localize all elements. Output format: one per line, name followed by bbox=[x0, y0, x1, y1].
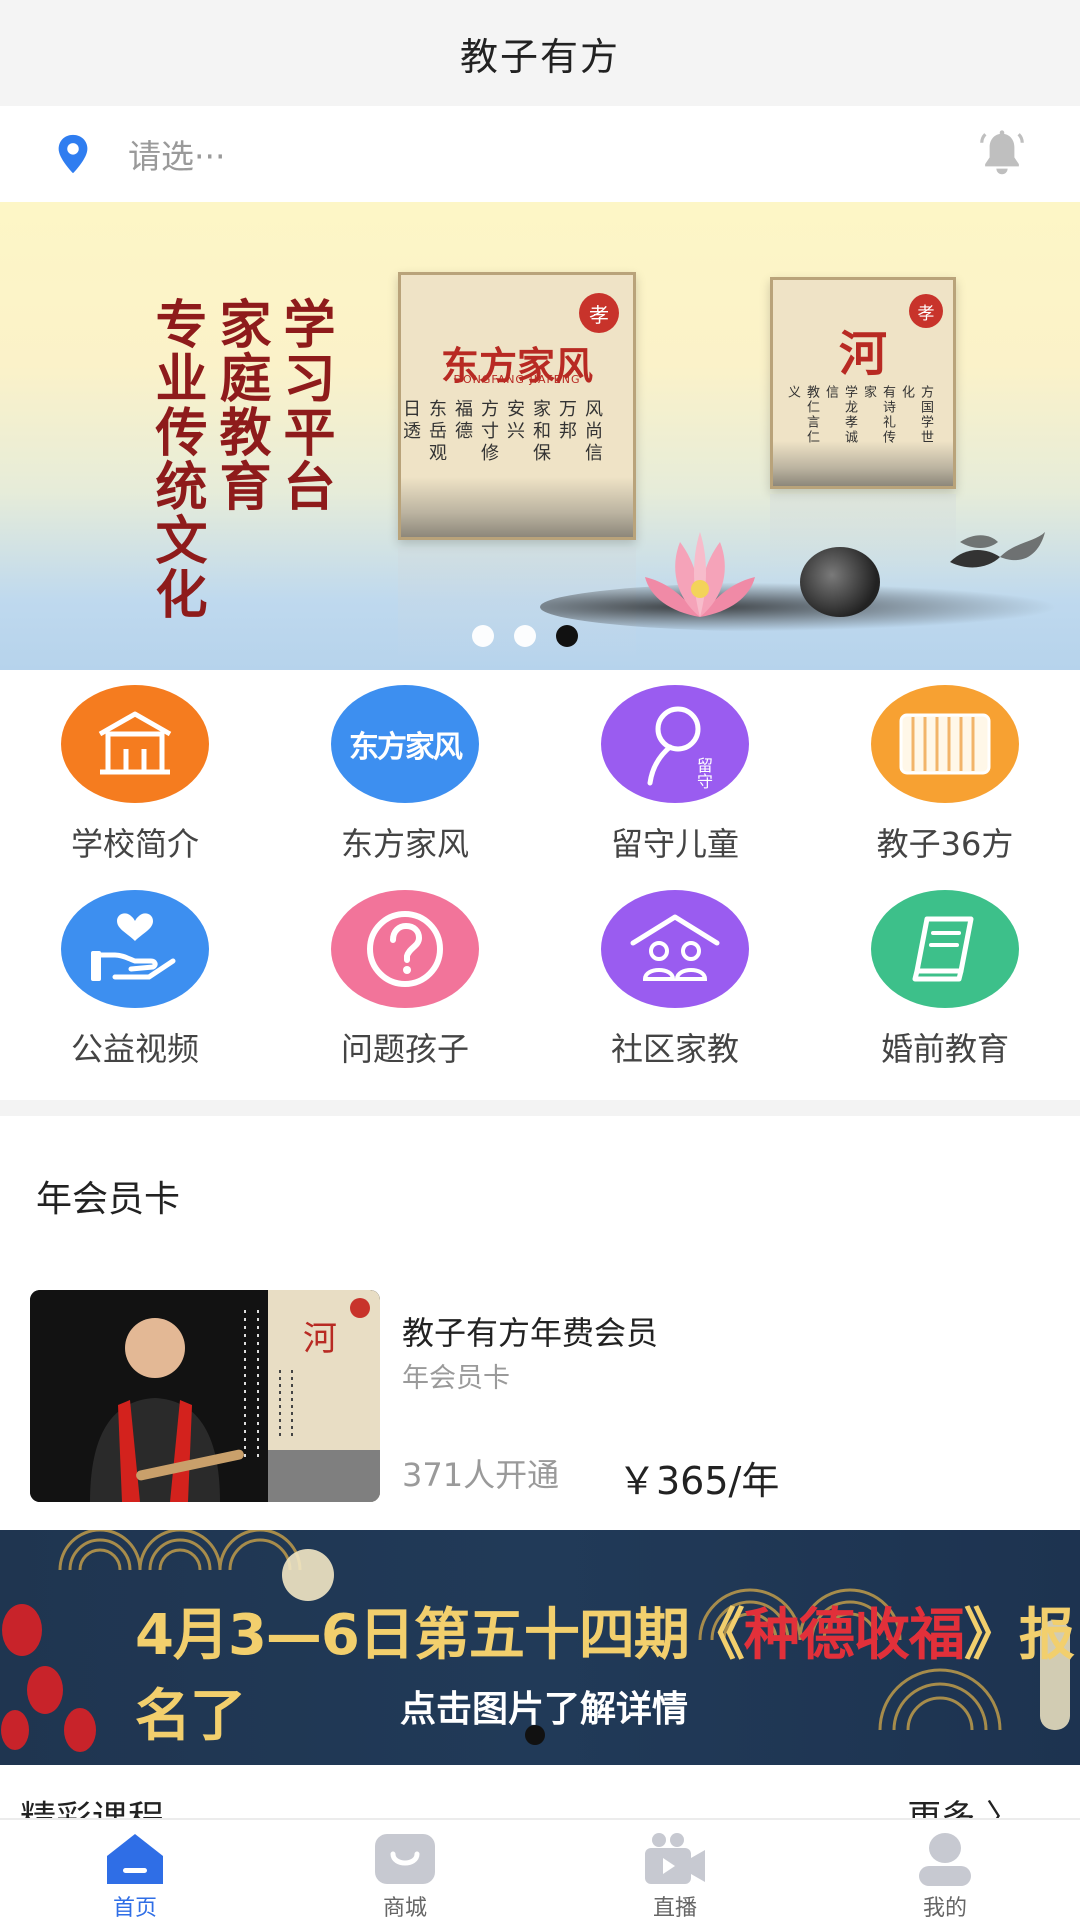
bell-icon[interactable] bbox=[974, 126, 1030, 182]
product-name: 教子有方年费会员 bbox=[402, 1314, 659, 1352]
section-title-courses: 精彩课程 bbox=[20, 1790, 164, 1818]
city-select-input[interactable]: 请选··· bbox=[128, 130, 974, 178]
charity-hand-icon bbox=[61, 890, 209, 1008]
membership-product-card[interactable]: 河 教子有方年费会员 年会员卡 371人开通 ￥365/年 bbox=[30, 1290, 1050, 1505]
left-behind-child-icon: 留守 bbox=[601, 685, 749, 803]
event-headline-highlight: 种德收福 bbox=[743, 1603, 965, 1668]
tab-home[interactable]: 首页 bbox=[0, 1820, 270, 1920]
grid-label: 教子36方 bbox=[876, 825, 1014, 863]
grid-label: 婚前教育 bbox=[880, 1030, 1009, 1068]
grid-label: 东方家风 bbox=[340, 825, 469, 863]
question-icon bbox=[331, 890, 479, 1008]
mountain-painting bbox=[401, 477, 633, 537]
tab-label: 我的 bbox=[922, 1896, 967, 1920]
tab-label: 首页 bbox=[112, 1896, 157, 1920]
event-carousel-dot[interactable] bbox=[525, 1725, 545, 1745]
grid-item-dongfang-jiafeng[interactable]: 东方家风 东方家风 bbox=[270, 685, 540, 890]
product-thumbnail: 河 bbox=[30, 1290, 380, 1502]
slogan-line-1: 学习平台 bbox=[274, 297, 334, 513]
logo-text: 东方家风 bbox=[349, 730, 463, 765]
page-title: 教子有方 bbox=[459, 34, 620, 79]
home-icon bbox=[100, 1830, 170, 1888]
poem-line: 方国学世化 bbox=[899, 385, 933, 445]
location-bar: 请选··· bbox=[0, 106, 1080, 202]
grid-label: 学校简介 bbox=[70, 825, 199, 863]
carousel-indicator bbox=[472, 625, 578, 647]
location-pin-icon[interactable] bbox=[50, 131, 96, 177]
grid-item-problem-child[interactable]: 问题孩子 bbox=[270, 890, 540, 1095]
profile-icon bbox=[910, 1830, 980, 1888]
live-camera-icon bbox=[640, 1830, 710, 1888]
small-label: 留守 bbox=[694, 757, 713, 789]
event-headline-part: 4月3—6日第五十四期《 bbox=[135, 1603, 745, 1668]
lotus-icon bbox=[645, 532, 755, 617]
card2-title: 河 bbox=[838, 326, 887, 382]
grid-item-charity-video[interactable]: 公益视频 bbox=[0, 890, 270, 1095]
goldfish-icon bbox=[950, 532, 1045, 568]
tab-live[interactable]: 直播 bbox=[540, 1820, 810, 1920]
hero-scroll-card-2: 孝 河 方国学世化 有诗礼传家 学龙孝诚信 教仁言仁义 bbox=[770, 277, 956, 489]
tab-shop[interactable]: 商城 bbox=[270, 1820, 540, 1920]
carousel-dot-active[interactable] bbox=[556, 625, 578, 647]
slogan-line-2: 家庭教育 bbox=[210, 297, 270, 513]
tab-label: 商城 bbox=[382, 1896, 427, 1920]
community-icon bbox=[601, 890, 749, 1008]
poem-line: 东岳观日透 bbox=[400, 399, 447, 465]
svg-text:河: 河 bbox=[303, 1319, 337, 1359]
poem-line: 学龙孝诚信 bbox=[823, 385, 857, 445]
more-link-label: 更多 bbox=[907, 1798, 976, 1818]
poem-line: 教仁言仁义 bbox=[785, 385, 819, 445]
app-root: 教子有方 请选··· 学习平台 家庭教育 专业传统文化 孝 东方家风 DONGF… bbox=[0, 0, 1080, 1920]
grid-item-left-behind-children[interactable]: 留守 留守儿童 bbox=[540, 685, 810, 890]
grid-label: 留守儿童 bbox=[610, 825, 739, 863]
grid-label: 公益视频 bbox=[70, 1030, 199, 1068]
grid-item-school-intro[interactable]: 学校简介 bbox=[0, 685, 270, 890]
dongfang-logo-icon: 东方家风 bbox=[331, 685, 479, 803]
bamboo-scroll-icon bbox=[871, 685, 1019, 803]
ink-stone-decoration bbox=[800, 547, 880, 617]
filial-badge: 孝 bbox=[579, 293, 619, 333]
hero-slogan: 学习平台 家庭教育 专业传统文化 bbox=[146, 297, 334, 621]
card1-poem: 风尚信万邦 家和保安兴 方寸修福德 东岳观日透 bbox=[400, 399, 605, 477]
chevron-right-icon: 〉 bbox=[986, 1798, 1020, 1818]
grid-label: 社区家教 bbox=[610, 1030, 739, 1068]
grid-item-36-methods[interactable]: 教子36方 bbox=[810, 685, 1080, 890]
hero-banner[interactable]: 学习平台 家庭教育 专业传统文化 孝 东方家风 DONGFANG JIAFENG… bbox=[0, 202, 1080, 670]
card1-subtitle: DONGFANG JIAFENG bbox=[453, 373, 581, 386]
tab-label: 直播 bbox=[652, 1896, 697, 1920]
more-link[interactable]: 更多 〉 bbox=[907, 1790, 1020, 1818]
bottom-tab-bar: 首页 商城 直播 我的 bbox=[0, 1818, 1080, 1920]
feature-grid: 学校简介 东方家风 东方家风 留守 留守儿童 教子36方 公益视频 问题孩子 社… bbox=[0, 670, 1080, 1100]
grid-item-community-education[interactable]: 社区家教 bbox=[540, 890, 810, 1095]
slogan-line-3: 专业传统文化 bbox=[146, 297, 206, 621]
product-tag: 年会员卡 bbox=[402, 1363, 510, 1394]
poem-line: 风尚信万邦 bbox=[556, 399, 603, 465]
grid-item-premarital-education[interactable]: 婚前教育 bbox=[810, 890, 1080, 1095]
title-bar: 教子有方 bbox=[0, 0, 1080, 106]
card2-poem: 方国学世化 有诗礼传家 学龙孝诚信 教仁言仁义 bbox=[785, 385, 935, 446]
mountain-painting bbox=[773, 441, 953, 486]
poem-line: 有诗礼传家 bbox=[861, 385, 895, 445]
poem-line: 家和保安兴 bbox=[504, 399, 551, 465]
tab-profile[interactable]: 我的 bbox=[810, 1820, 1080, 1920]
hero-scroll-card-1: 孝 东方家风 DONGFANG JIAFENG 风尚信万邦 家和保安兴 方寸修福… bbox=[398, 272, 636, 540]
book-icon bbox=[871, 890, 1019, 1008]
shop-icon bbox=[370, 1830, 440, 1888]
section-divider bbox=[0, 1100, 1080, 1116]
poem-line: 方寸修福德 bbox=[452, 399, 499, 465]
event-subtitle: 点击图片了解详情 bbox=[400, 1689, 689, 1730]
product-price: ￥365/年 bbox=[618, 1459, 780, 1503]
carousel-dot[interactable] bbox=[514, 625, 536, 647]
school-icon bbox=[61, 685, 209, 803]
grid-label: 问题孩子 bbox=[340, 1030, 469, 1068]
subscriber-count: 371人开通 bbox=[402, 1456, 560, 1494]
section-title-membership: 年会员卡 bbox=[36, 1179, 181, 1220]
carousel-dot[interactable] bbox=[472, 625, 494, 647]
